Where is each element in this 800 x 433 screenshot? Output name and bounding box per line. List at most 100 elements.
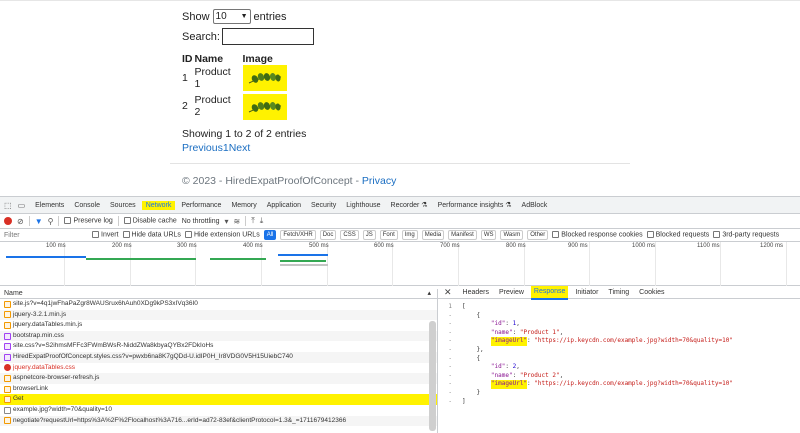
type-filter-doc[interactable]: Doc xyxy=(319,230,337,240)
devtools-panel: ⬚ ▭ Elements Console Sources Network Per… xyxy=(0,196,800,433)
type-filter-ws[interactable]: WS xyxy=(480,230,497,240)
hide-extension-urls-toggle[interactable]: Hide extension URLs xyxy=(184,231,260,239)
requests-scrollbar[interactable] xyxy=(429,321,436,431)
wifi-icon[interactable]: ≋ xyxy=(234,217,241,226)
leaf-branch-icon xyxy=(248,102,281,113)
third-party-checkbox[interactable] xyxy=(713,231,721,239)
line-marker: - xyxy=(448,328,452,336)
tab-elements[interactable]: Elements xyxy=(31,201,68,210)
type-filter-css[interactable]: CSS xyxy=(340,230,359,240)
request-name: site.css?v=S2ihmsMFFc3FWmBWsR-NiddZWa8kb… xyxy=(13,342,214,350)
blocked-response-cookies-toggle[interactable]: Blocked response cookies xyxy=(552,231,643,239)
request-row[interactable]: jquery-3.2.1.min.js xyxy=(0,309,437,321)
next-page-link[interactable]: Next xyxy=(229,142,251,154)
invert-checkbox[interactable] xyxy=(92,231,99,239)
response-body[interactable]: 1[ - { - "id": 1, - "name": "Product 1",… xyxy=(438,299,800,406)
request-row[interactable]: jquery.dataTables.min.js xyxy=(0,320,437,331)
export-har-icon[interactable]: ⤓ xyxy=(260,216,264,226)
tab-memory[interactable]: Memory xyxy=(227,201,260,210)
type-filter-img[interactable]: Img xyxy=(401,230,418,240)
tab-lighthouse[interactable]: Lighthouse xyxy=(342,201,384,210)
request-row[interactable]: HiredExpatProofOfConcept.styles.css?v=pw… xyxy=(0,351,437,363)
import-har-icon[interactable]: ⤒ xyxy=(251,216,255,226)
invert-toggle[interactable]: Invert xyxy=(92,231,119,239)
type-filter-font[interactable]: Font xyxy=(379,230,398,240)
tab-headers[interactable]: Headers xyxy=(460,287,492,299)
request-row-selected[interactable]: Get xyxy=(0,394,437,405)
request-row[interactable]: bootstrap.min.css xyxy=(0,330,437,342)
blocked-response-cookies-checkbox[interactable] xyxy=(552,231,560,239)
code-line: - "name": "Product 2", xyxy=(438,372,800,381)
type-filter-manifest[interactable]: Manifest xyxy=(448,230,477,240)
request-row[interactable]: site.js?v=4q1jwFhaPaZgr8WAUSrux6hAuh0XDg… xyxy=(0,299,437,310)
type-filter-fetch-xhr[interactable]: Fetch/XHR xyxy=(280,230,316,240)
tab-timing[interactable]: Timing xyxy=(605,287,632,299)
disable-cache-toggle[interactable]: Disable cache xyxy=(123,217,177,225)
disable-cache-checkbox[interactable] xyxy=(123,217,131,225)
name-column-header[interactable]: Name xyxy=(4,290,23,297)
tab-sources[interactable]: Sources xyxy=(106,201,140,210)
tab-response[interactable]: Response xyxy=(530,285,569,300)
hide-data-urls-toggle[interactable]: Hide data URLs xyxy=(122,231,181,239)
tab-application[interactable]: Application xyxy=(263,201,305,210)
tab-network[interactable]: Network xyxy=(141,200,176,210)
request-name: example.jpg?width=70&quality=10 xyxy=(13,405,113,413)
requests-header[interactable]: Name ▴ xyxy=(0,289,437,299)
device-toolbar-icon[interactable]: ▭ xyxy=(18,201,26,210)
blocked-requests-label: Blocked requests xyxy=(655,231,710,239)
blocked-requests-checkbox[interactable] xyxy=(646,231,654,239)
search-icon[interactable]: ⚲ xyxy=(48,217,54,226)
filter-input[interactable]: Filter xyxy=(4,232,88,239)
request-row[interactable]: browserLink xyxy=(0,384,437,395)
hide-extension-urls-checkbox[interactable] xyxy=(184,231,192,239)
request-row[interactable]: aspnetcore-browser-refresh.js xyxy=(0,373,437,384)
request-row[interactable]: site.css?v=S2ihmsMFFc3FWmBWsR-NiddZWa8kb… xyxy=(0,341,437,352)
privacy-link[interactable]: Privacy xyxy=(362,175,396,187)
column-header-image[interactable]: Image xyxy=(237,52,287,65)
table-info: Showing 1 to 2 of 2 entries xyxy=(182,128,307,140)
record-icon[interactable] xyxy=(4,217,12,225)
throttling-select[interactable]: No throttling xyxy=(182,218,220,225)
tab-initiator[interactable]: Initiator xyxy=(572,287,601,299)
column-header-id[interactable]: ID xyxy=(182,52,195,65)
tab-performance[interactable]: Performance xyxy=(177,201,225,210)
inspect-element-icon[interactable]: ⬚ xyxy=(4,201,12,210)
type-filter-js[interactable]: JS xyxy=(362,230,376,240)
tab-console[interactable]: Console xyxy=(70,201,104,210)
preserve-log-toggle[interactable]: Preserve log xyxy=(64,217,113,225)
previous-page-link[interactable]: Previous xyxy=(182,142,223,154)
tab-recorder[interactable]: Recorder ⚗ xyxy=(387,200,432,210)
preserve-log-checkbox[interactable] xyxy=(64,217,72,225)
hide-data-urls-checkbox[interactable] xyxy=(122,231,130,239)
tab-cookies[interactable]: Cookies xyxy=(636,287,667,299)
code-colon: : xyxy=(512,371,520,379)
entries-length-control: Show 10 ▼ entries xyxy=(182,9,287,24)
request-row[interactable]: jquery.dataTables.css xyxy=(0,363,437,374)
column-header-name[interactable]: Name xyxy=(195,52,237,65)
request-row[interactable]: negotiate?requestUrl=https%3A%2F%2Flocal… xyxy=(0,415,437,427)
request-row[interactable]: example.jpg?width=70&quality=10 xyxy=(0,405,437,416)
code-colon: : xyxy=(527,380,535,388)
third-party-toggle[interactable]: 3rd-party requests xyxy=(713,231,779,239)
type-filter-media[interactable]: Media xyxy=(421,230,445,240)
timeline-tick: 1000 ms xyxy=(632,243,656,249)
tab-security[interactable]: Security xyxy=(307,201,340,210)
type-filter-all[interactable]: All xyxy=(263,230,277,240)
close-icon[interactable]: ✕ xyxy=(444,287,452,298)
search-input[interactable] xyxy=(221,28,314,45)
entries-select[interactable]: 10 ▼ xyxy=(212,9,251,24)
request-name: aspnetcore-browser-refresh.js xyxy=(13,374,100,382)
network-overview-timeline[interactable]: 100 ms 200 ms 300 ms 400 ms 500 ms 600 m… xyxy=(0,242,800,286)
image-file-icon xyxy=(4,406,11,414)
type-filter-other[interactable]: Other xyxy=(527,230,549,240)
type-filter-wasm[interactable]: Wasm xyxy=(500,230,524,240)
tab-preview[interactable]: Preview xyxy=(496,287,527,299)
filter-icon[interactable]: ▼ xyxy=(35,217,43,226)
blocked-response-cookies-label: Blocked response cookies xyxy=(561,231,643,239)
blocked-requests-toggle[interactable]: Blocked requests xyxy=(646,231,710,239)
tab-performance-insights[interactable]: Performance insights ⚗ xyxy=(434,200,516,210)
toolbar-divider xyxy=(58,216,60,226)
clear-icon[interactable]: ⊘ xyxy=(17,217,24,226)
tab-adblock[interactable]: AdBlock xyxy=(518,201,552,210)
